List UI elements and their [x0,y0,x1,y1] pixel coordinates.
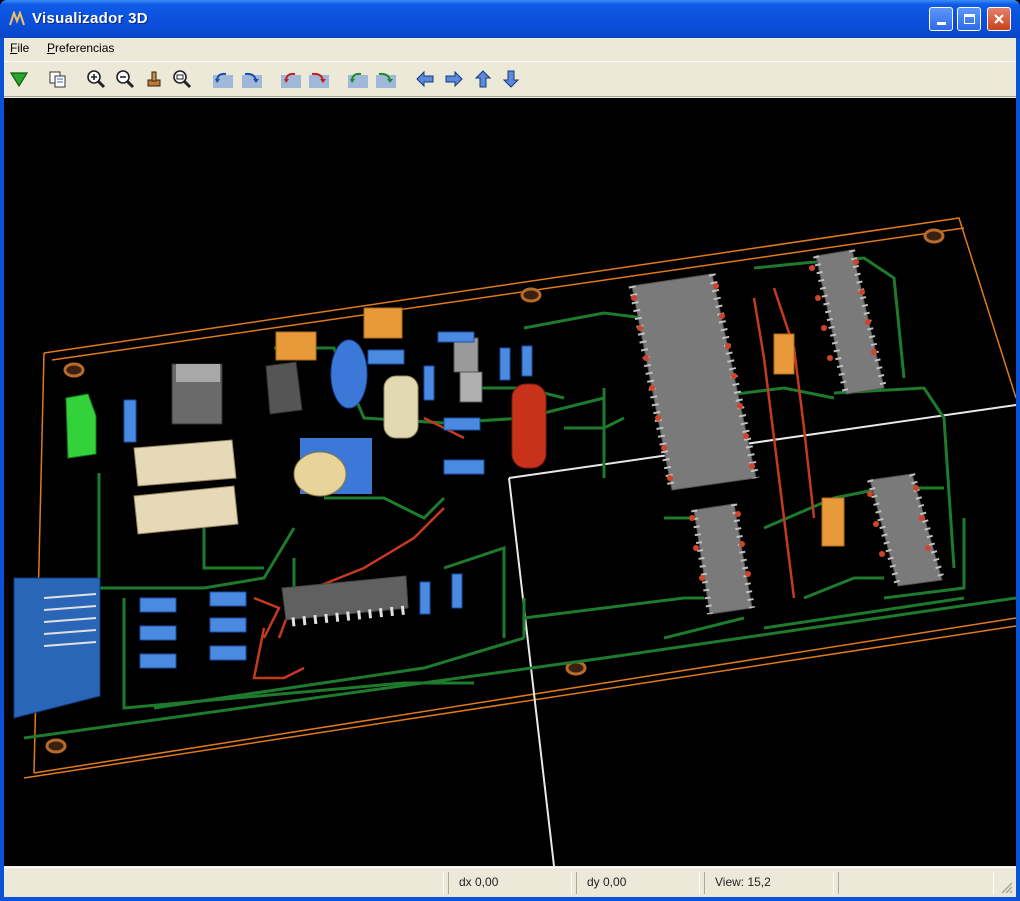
voltage-regulator [171,363,223,425]
ic-8pin [265,361,303,415]
relay-small-2 [459,371,483,403]
resize-grip-icon[interactable] [1000,881,1014,895]
maximize-icon [963,14,975,24]
arrow-left-icon [416,70,434,88]
move-left-button[interactable] [413,68,437,90]
red-capacitor [511,383,547,469]
rotate-x-right-button[interactable] [240,68,264,90]
3d-viewport[interactable] [4,98,1016,866]
rotate-x-left-icon [213,72,233,88]
title-bar[interactable]: Visualizador 3D [0,0,1020,38]
rotate-y-right-button[interactable] [307,68,331,90]
arrow-up-icon [474,70,492,88]
copy-button[interactable] [46,68,70,90]
app-window: Visualizador 3D File Preferencias dx 0,0… [0,0,1020,901]
green-led-block [65,393,97,459]
rotate-x-left-button[interactable] [211,68,235,90]
rotate-y-left-button[interactable] [279,68,303,90]
status-bar: dx 0,00 dy 0,00 View: 15,2 [4,867,1016,897]
status-dy: dy 0,00 [576,872,700,894]
arrow-right-icon [445,70,463,88]
move-up-button[interactable] [471,68,495,90]
ic-16pin [281,575,409,627]
crystal-cylinders [133,439,239,535]
copy-icon [49,71,66,88]
zoom-in-icon [87,70,106,89]
load-button[interactable] [7,68,31,90]
close-button[interactable] [987,7,1011,31]
zoom-out-icon [116,70,135,89]
maximize-button[interactable] [957,7,981,31]
menu-preferencias[interactable]: Preferencias [47,41,114,55]
status-panel-extra [838,872,994,894]
db9-connector [13,577,101,719]
ic-lower-right [867,473,945,587]
orange-capacitors [275,307,845,547]
menu-bar: File Preferencias [4,38,1016,60]
app-icon [9,11,25,26]
toolbar [4,61,1016,97]
ic-upper-right [813,249,887,395]
pan-hand-icon [147,71,161,87]
rotate-y-right-icon [309,72,329,88]
status-view: View: 15,2 [704,872,834,894]
rotate-z-right-icon [376,72,396,88]
minimize-button[interactable] [929,7,953,31]
zoom-in-button[interactable] [84,68,108,90]
rotate-x-right-icon [242,72,262,88]
zoom-out-button[interactable] [113,68,137,90]
minimize-icon [936,22,946,25]
rotate-y-left-icon [281,72,301,88]
pcb-3d-render [13,217,1016,866]
relay-small [453,337,479,373]
zoom-fit-icon [173,70,192,89]
arrow-down-icon [502,70,520,88]
close-icon [994,14,1004,24]
cylinder-capacitor [383,375,419,439]
load-down-arrow-icon [9,72,29,88]
rotate-z-left-button[interactable] [346,68,370,90]
move-down-button[interactable] [499,68,523,90]
menu-file[interactable]: File [10,41,29,55]
pan-button[interactable] [142,68,166,90]
client-area: File Preferencias dx 0,00 dy 0,00 View: … [4,38,1016,897]
zoom-fit-button[interactable] [170,68,194,90]
rotate-z-right-button[interactable] [374,68,398,90]
trimmer-potentiometer [293,438,372,497]
window-title: Visualizador 3D [32,10,148,27]
move-right-button[interactable] [442,68,466,90]
blue-electrolytic [330,339,368,409]
rotate-z-left-icon [348,72,368,88]
status-dx: dx 0,00 [448,872,572,894]
status-panel-main [4,872,444,894]
